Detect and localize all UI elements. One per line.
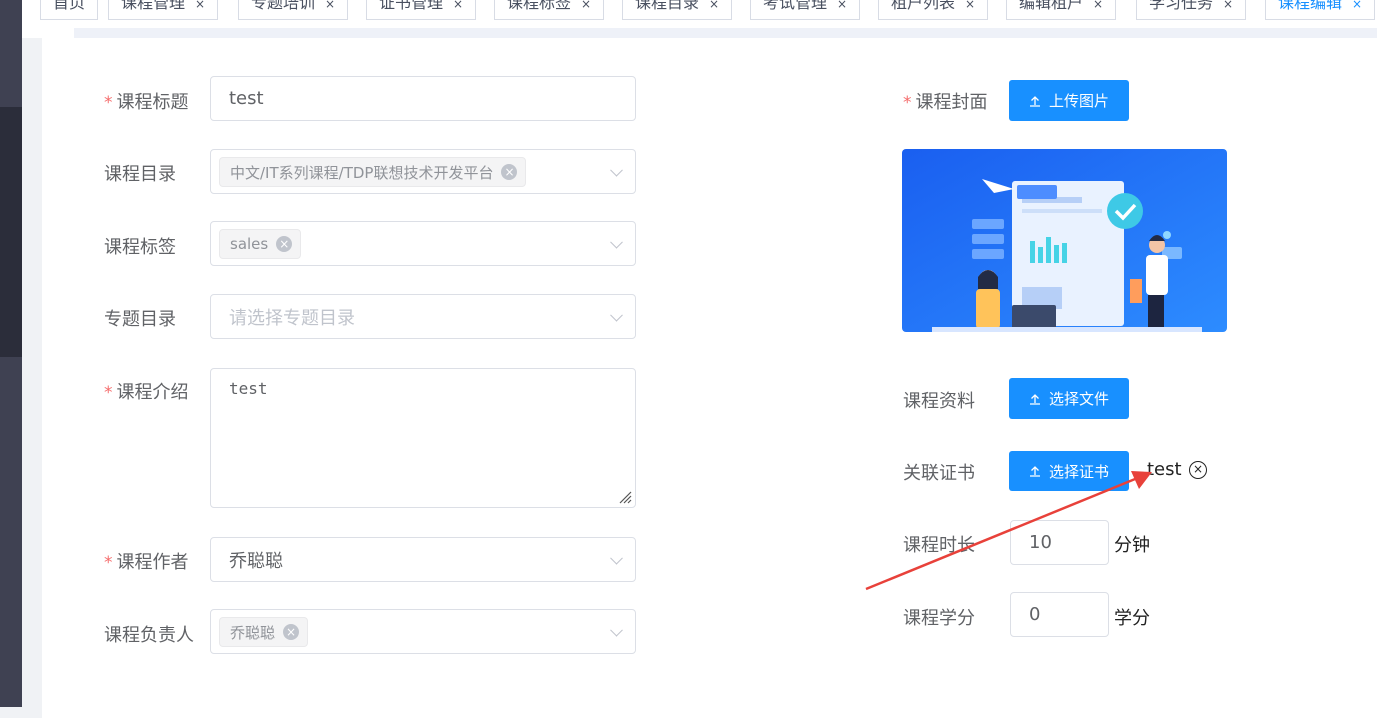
- owner-tag: 乔聪聪 ×: [219, 617, 309, 647]
- catalog-label: 课程目录: [104, 164, 176, 185]
- close-icon[interactable]: ×: [276, 236, 293, 252]
- intro-label: * 课程介绍: [104, 382, 189, 403]
- required-mark: *: [903, 93, 912, 113]
- close-icon[interactable]: ×: [453, 0, 463, 11]
- close-icon[interactable]: ×: [325, 0, 335, 11]
- tab-tenant-list[interactable]: 租户列表 ×: [878, 0, 989, 20]
- credit-unit: 学分: [1114, 608, 1150, 629]
- close-icon[interactable]: ×: [581, 0, 591, 11]
- author-label: * 课程作者: [104, 552, 189, 573]
- course-tag: sales ×: [219, 229, 302, 259]
- tab-home[interactable]: 首页: [40, 0, 99, 20]
- required-mark: *: [104, 553, 113, 573]
- sidebar-active-section: [0, 107, 22, 357]
- chevron-down-icon: [610, 235, 623, 249]
- owner-select[interactable]: 乔聪聪 ×: [210, 609, 636, 654]
- chevron-down-icon: [610, 623, 623, 637]
- tab-course-catalog[interactable]: 课程目录 ×: [622, 0, 733, 20]
- close-icon[interactable]: ×: [837, 0, 847, 11]
- close-icon[interactable]: ×: [709, 0, 719, 11]
- upload-icon: [1029, 95, 1040, 107]
- cover-label: * 课程封面: [903, 92, 988, 113]
- close-icon[interactable]: ×: [1189, 461, 1207, 479]
- credit-label: 课程学分: [903, 608, 975, 629]
- chevron-down-icon: [610, 551, 623, 565]
- close-icon[interactable]: ×: [195, 0, 205, 11]
- tab-topic-training[interactable]: 专题培训 ×: [238, 0, 349, 20]
- owner-label: 课程负责人: [104, 625, 194, 646]
- author-select[interactable]: 乔聪聪: [210, 537, 636, 582]
- resize-handle-icon[interactable]: [618, 490, 632, 504]
- tab-course-edit[interactable]: 课程编辑 ×: [1265, 0, 1376, 20]
- topic-label: 专题目录: [104, 309, 176, 330]
- tab-learning-tasks[interactable]: 学习任务 ×: [1136, 0, 1247, 20]
- close-icon[interactable]: ×: [501, 164, 518, 180]
- close-icon[interactable]: ×: [283, 624, 300, 640]
- course-tags-select[interactable]: sales ×: [210, 221, 636, 266]
- tab-certificate-management[interactable]: 证书管理 ×: [366, 0, 477, 20]
- title-label: * 课程标题: [104, 92, 189, 113]
- material-label: 课程资料: [903, 391, 975, 412]
- choose-file-button[interactable]: 选择文件: [1009, 378, 1129, 419]
- chevron-down-icon: [610, 308, 623, 322]
- tab-edit-tenant[interactable]: 编辑租户 ×: [1006, 0, 1117, 20]
- tab-exam-management[interactable]: 考试管理 ×: [750, 0, 861, 20]
- chevron-down-icon: [610, 163, 623, 177]
- topic-select[interactable]: 请选择专题目录: [210, 294, 636, 339]
- close-icon[interactable]: ×: [1093, 0, 1103, 11]
- course-tags-label: 课程标签: [104, 237, 176, 258]
- tab-course-management[interactable]: 课程管理 ×: [108, 0, 219, 20]
- title-input[interactable]: test: [210, 76, 636, 121]
- required-mark: *: [104, 383, 113, 403]
- close-icon[interactable]: ×: [1352, 0, 1362, 11]
- catalog-tag: 中文/IT系列课程/TDP联想技术开发平台 ×: [219, 157, 527, 187]
- annotation-arrow-icon: [865, 471, 1152, 591]
- cover-illustration: [902, 149, 1227, 332]
- intro-textarea[interactable]: test: [210, 368, 636, 508]
- cover-image: [902, 149, 1227, 332]
- tab-course-tags[interactable]: 课程标签 ×: [494, 0, 605, 20]
- close-icon[interactable]: ×: [1223, 0, 1233, 11]
- credit-input[interactable]: 0: [1010, 592, 1109, 637]
- card-notch: [42, 28, 74, 38]
- close-icon[interactable]: ×: [965, 0, 975, 11]
- required-mark: *: [104, 93, 113, 113]
- upload-image-button[interactable]: 上传图片: [1009, 80, 1129, 121]
- upload-icon: [1029, 393, 1040, 405]
- catalog-select[interactable]: 中文/IT系列课程/TDP联想技术开发平台 ×: [210, 149, 636, 194]
